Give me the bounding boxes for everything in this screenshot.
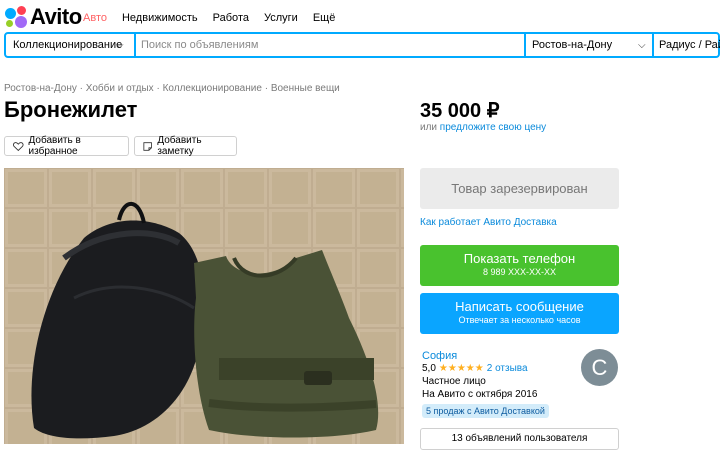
seller-since: На Авито с октября 2016 — [422, 389, 538, 400]
listing-price: 35 000 ₽ — [420, 100, 500, 122]
nav-item-realty[interactable]: Недвижимость — [122, 12, 198, 24]
search-placeholder: Поиск по объявлениям — [141, 39, 259, 51]
avito-logo[interactable]: Avito — [5, 4, 82, 29]
listing-photo[interactable] — [4, 168, 404, 444]
reviews-link[interactable]: 2 отзыва — [487, 363, 528, 374]
breadcrumb: Ростов-на-Дону · Хобби и отдых · Коллекц… — [4, 83, 340, 94]
location-select[interactable]: Ростов-на-Дону ⌵ — [526, 34, 654, 56]
seller-name[interactable]: София — [422, 350, 457, 362]
rating-value: 5,0 — [422, 363, 436, 374]
avatar[interactable]: C — [581, 349, 618, 386]
nav-item-more[interactable]: Ещё — [313, 12, 336, 24]
show-phone-label: Показать телефон — [463, 251, 576, 266]
response-time: Отвечает за несколько часов — [458, 315, 581, 325]
breadcrumb-item[interactable]: Военные вещи — [271, 83, 340, 94]
avito-logo-icon — [5, 6, 29, 28]
seller-type: Частное лицо — [422, 376, 486, 387]
search-input[interactable]: Поиск по объявлениям — [136, 34, 526, 56]
breadcrumb-item[interactable]: Коллекционирование — [163, 83, 262, 94]
listing-title: Бронежилет — [4, 97, 138, 122]
reserved-button[interactable]: Товар зарезервирован — [420, 168, 619, 209]
seller-ads-button[interactable]: 13 объявлений пользователя — [420, 428, 619, 450]
chevron-down-icon: ⌵ — [638, 39, 646, 51]
price-offer: или предложите свою цену — [420, 122, 547, 133]
listing-photo-image — [4, 168, 404, 444]
add-favorite-button[interactable]: Добавить в избранное — [4, 135, 129, 157]
star-icon: ★★★★★ — [438, 363, 484, 374]
nav-item-jobs[interactable]: Работа — [213, 12, 249, 24]
category-select[interactable]: Коллекционирование ⌵ — [6, 34, 136, 56]
heart-icon — [13, 141, 24, 151]
search-bar: Коллекционирование ⌵ Поиск по объявления… — [4, 32, 720, 58]
delivery-sales-badge: 5 продаж с Авито Доставкой — [422, 404, 549, 418]
radius-select[interactable]: Радиус / Район — [654, 34, 720, 56]
show-phone-button[interactable]: Показать телефон 8 989 XXX-XX-XX — [420, 245, 619, 286]
add-note-button[interactable]: Добавить заметку — [134, 135, 237, 157]
note-icon — [143, 141, 152, 151]
breadcrumb-item[interactable]: Хобби и отдых — [86, 83, 154, 94]
category-value: Коллекционирование — [13, 39, 123, 51]
offer-price-link[interactable]: предложите свою цену — [440, 122, 546, 133]
radius-value: Радиус / Район — [659, 39, 720, 51]
chevron-down-icon: ⌵ — [116, 39, 124, 51]
nav-item-services[interactable]: Услуги — [264, 12, 298, 24]
delivery-info-link[interactable]: Как работает Авито Доставка — [420, 217, 557, 228]
nav-item-auto[interactable]: Авто — [83, 12, 107, 24]
write-message-button[interactable]: Написать сообщение Отвечает за несколько… — [420, 293, 619, 334]
seller-rating: 5,0 ★★★★★ 2 отзыва — [422, 363, 528, 374]
logo-text: Avito — [30, 4, 82, 29]
top-nav: Авто Недвижимость Работа Услуги Ещё — [83, 12, 350, 24]
phone-number: 8 989 XXX-XX-XX — [482, 267, 557, 277]
location-value: Ростов-на-Дону — [532, 39, 613, 51]
breadcrumb-item[interactable]: Ростов-на-Дону — [4, 83, 77, 94]
write-message-label: Написать сообщение — [455, 299, 584, 314]
